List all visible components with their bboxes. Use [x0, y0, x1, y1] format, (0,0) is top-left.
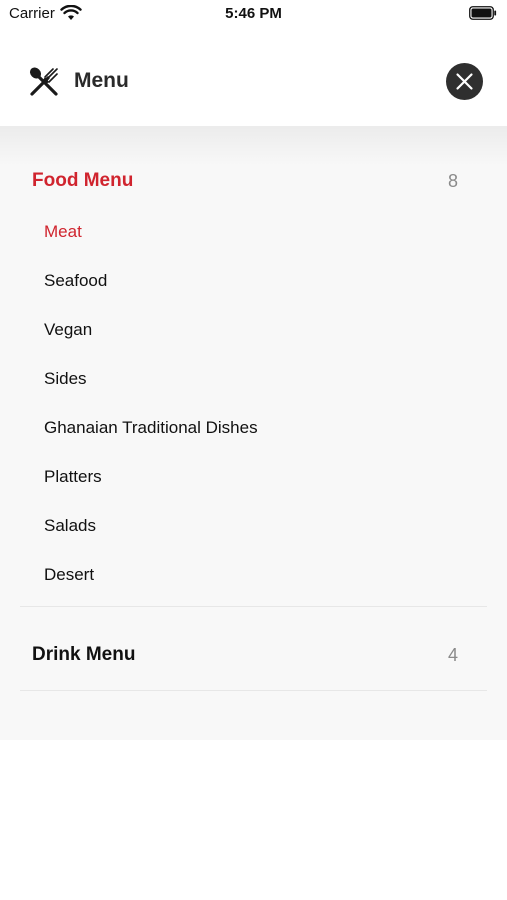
- divider: [20, 690, 487, 691]
- list-item-meat[interactable]: Meat: [0, 207, 507, 256]
- section-count: 8: [447, 171, 458, 191]
- food-menu-list: Meat Seafood Vegan Sides Ghanaian Tradit…: [0, 207, 507, 599]
- header-shadow: [0, 126, 507, 166]
- list-item-seafood[interactable]: Seafood: [0, 256, 507, 305]
- section-count: 4: [447, 645, 458, 665]
- page-title: Menu: [74, 69, 129, 92]
- list-item-platters[interactable]: Platters: [0, 452, 507, 501]
- fork-spoon-icon: [29, 67, 58, 96]
- clock: 5:46 PM: [225, 5, 282, 22]
- menu-panel: Food Menu 8 Meat Seafood Vegan Sides Gha…: [0, 126, 507, 740]
- section-header-food-menu[interactable]: Food Menu 8: [0, 162, 507, 202]
- section-header-drink-menu[interactable]: Drink Menu 4: [0, 636, 507, 676]
- menu-header: Menu: [0, 36, 507, 126]
- divider: [20, 606, 487, 607]
- battery-icon: [469, 6, 497, 20]
- list-item-sides[interactable]: Sides: [0, 354, 507, 403]
- section-title: Drink Menu: [32, 644, 136, 665]
- list-item-ghanaian-traditional-dishes[interactable]: Ghanaian Traditional Dishes: [0, 403, 507, 452]
- list-item-salads[interactable]: Salads: [0, 501, 507, 550]
- status-bar: Carrier 5:46 PM: [0, 0, 507, 28]
- close-icon: [456, 73, 473, 90]
- section-title: Food Menu: [32, 170, 134, 191]
- close-button[interactable]: [446, 63, 483, 100]
- list-item-desert[interactable]: Desert: [0, 550, 507, 599]
- list-item-vegan[interactable]: Vegan: [0, 305, 507, 354]
